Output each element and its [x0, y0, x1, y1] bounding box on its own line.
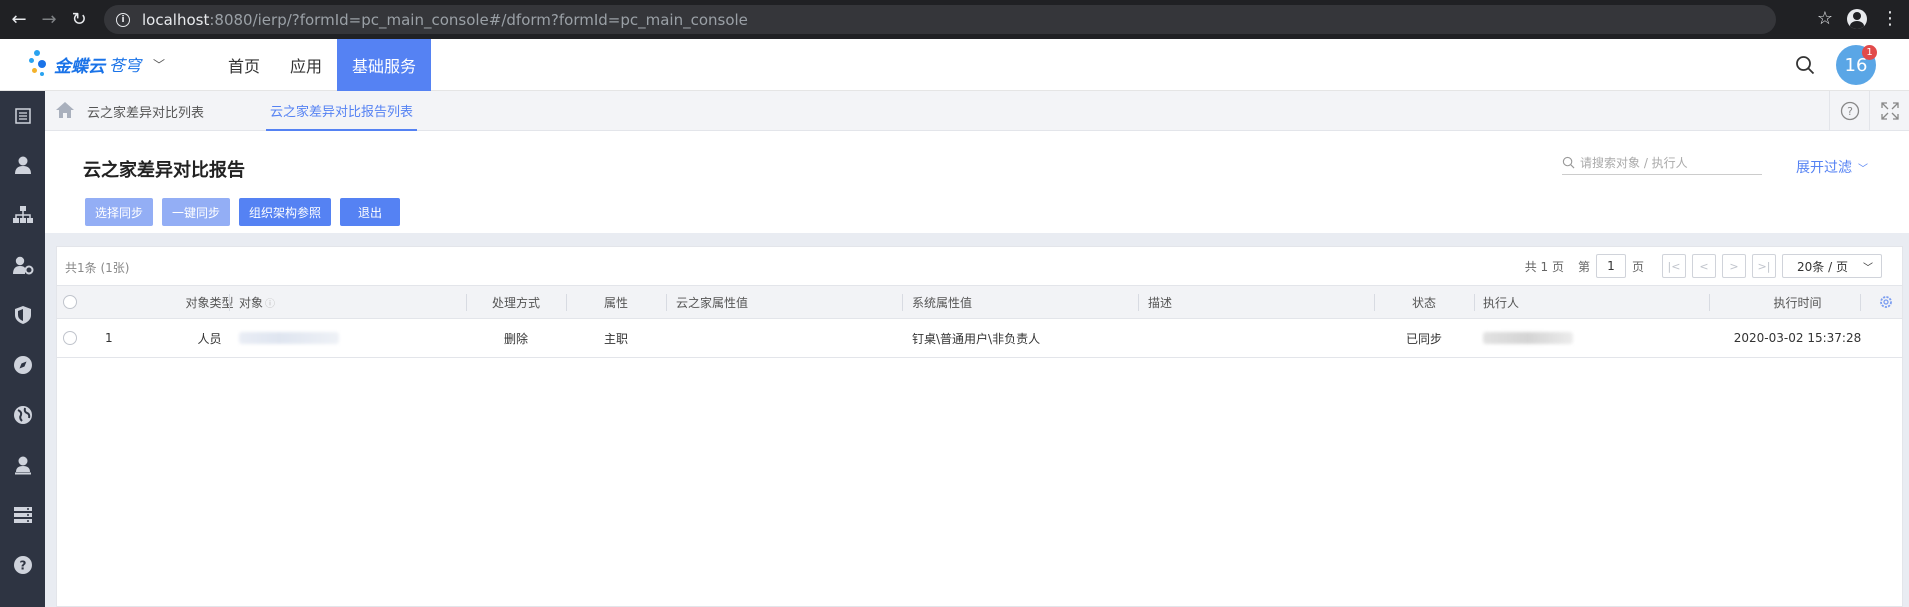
page-size-value: 20条 / 页 [1797, 259, 1848, 274]
nav-home[interactable]: 首页 [213, 39, 275, 91]
select-sync-button[interactable]: 选择同步 [85, 198, 154, 226]
server-icon[interactable] [0, 500, 45, 530]
table-header: 对象类型 对象 ⓘ 处理方式 属性 云之家属性值 系统属性值 描述 状态 执行人… [57, 285, 1902, 319]
compass-icon[interactable] [0, 350, 45, 380]
info-icon[interactable]: ⓘ [265, 295, 275, 310]
logo[interactable]: 金蝶云 苍穹 ﹀ [28, 48, 165, 80]
col-status[interactable]: 状态 [1374, 286, 1474, 318]
page-number-input[interactable]: 1 [1595, 254, 1626, 278]
menu-kebab-icon[interactable]: ⋮ [1881, 8, 1899, 29]
address-bar[interactable]: i localhost:8080/ierp/?formId=pc_main_co… [104, 5, 1776, 34]
chevron-down-icon: ﹀ [1858, 163, 1868, 175]
page-suffix: 页 [1631, 259, 1644, 274]
total-pages: 共 1 页 [1524, 259, 1564, 274]
home-icon[interactable] [55, 101, 75, 119]
org-chart-icon[interactable] [0, 200, 45, 230]
cell-action: 删除 [503, 331, 528, 346]
search-input[interactable]: 请搜索对象 / 执行人 [1562, 151, 1762, 175]
col-yzj-value[interactable]: 云之家属性值 [676, 286, 748, 318]
cell-exec-time: 2020-03-02 15:37:28 [1733, 331, 1862, 345]
chevron-down-icon[interactable]: ﹀ [153, 56, 165, 73]
cell-status: 已同步 [1405, 331, 1442, 346]
info-icon[interactable]: i [116, 12, 130, 27]
toolbar: 选择同步 一键同步 组织架构参照 退出 [85, 198, 401, 226]
col-attribute[interactable]: 属性 [566, 286, 666, 318]
url-text: localhost:8080/ierp/?formId=pc_main_cons… [142, 11, 748, 29]
record-count: 共1条 (1张) [65, 261, 130, 275]
forward-icon[interactable]: → [38, 9, 60, 31]
list-icon[interactable] [0, 101, 45, 131]
prev-page-icon[interactable]: < [1692, 254, 1716, 278]
table-row[interactable]: 1 人员 删除 主职 钉桌\普通用户\非负责人 已同步 2020-03-02 1… [57, 319, 1902, 358]
search-placeholder: 请搜索对象 / 执行人 [1580, 156, 1688, 170]
last-page-icon[interactable]: >| [1752, 254, 1776, 278]
fullscreen-icon[interactable] [1869, 91, 1909, 131]
app-header: 金蝶云 苍穹 ﹀ 首页 应用 基础服务 16 1 [0, 39, 1909, 91]
first-page-icon[interactable]: |< [1662, 254, 1686, 278]
cell-executor-redacted [1483, 319, 1573, 357]
row-select-radio[interactable] [63, 319, 77, 357]
top-nav: 首页 应用 基础服务 [213, 39, 432, 91]
user-settings-icon[interactable] [0, 250, 45, 280]
col-sys-value[interactable]: 系统属性值 [912, 286, 972, 318]
logo-text: 金蝶云 [54, 56, 105, 77]
cell-attribute: 主职 [603, 331, 628, 346]
col-description[interactable]: 描述 [1148, 286, 1172, 318]
sidebar: ? [0, 91, 45, 607]
pager: 共 1 页 第 1 页 |< < > >| 20条 / 页 ﹀ [1525, 254, 1882, 278]
col-action[interactable]: 处理方式 [466, 286, 566, 318]
help-circle-icon[interactable]: ? [1829, 91, 1869, 131]
col-executor[interactable]: 执行人 [1483, 286, 1519, 318]
expand-filter-button[interactable]: 展开过滤 ﹀ [1796, 157, 1868, 177]
svg-text:?: ? [19, 559, 26, 573]
notification-badge: 1 [1862, 45, 1877, 60]
nav-apps[interactable]: 应用 [275, 39, 337, 91]
help-icon[interactable]: ? [0, 550, 45, 580]
url-path: :8080/ierp/?formId=pc_main_console#/dfor… [209, 10, 748, 29]
browser-toolbar: ← → ↻ i localhost:8080/ierp/?formId=pc_m… [0, 0, 1909, 39]
chevron-down-icon: ﹀ [1863, 262, 1873, 274]
row-index: 1 [105, 331, 113, 345]
org-reference-button[interactable]: 组织架构参照 [239, 198, 332, 226]
page-size-select[interactable]: 20条 / 页 ﹀ [1782, 254, 1882, 278]
globe-icon[interactable] [0, 400, 45, 430]
exit-button[interactable]: 退出 [340, 198, 401, 226]
shield-icon[interactable] [0, 300, 45, 330]
col-object-label: 对象 [239, 295, 264, 310]
search-icon[interactable] [1795, 55, 1815, 75]
column-settings-icon[interactable] [1879, 286, 1893, 318]
grid-panel: 共1条 (1张) 共 1 页 第 1 页 |< < > >| 20条 / 页 ﹀… [56, 246, 1903, 607]
reload-icon[interactable]: ↻ [68, 9, 90, 31]
logo-mark-icon [28, 48, 48, 80]
nav-basic-services[interactable]: 基础服务 [337, 39, 432, 91]
tab-diff-report-list[interactable]: 云之家差异对比报告列表 [266, 91, 418, 131]
page-prefix: 第 [1577, 259, 1590, 274]
select-all-radio[interactable] [63, 286, 77, 318]
one-click-sync-button[interactable]: 一键同步 [162, 198, 231, 226]
page-title: 云之家差异对比报告 [83, 160, 245, 181]
user-icon[interactable] [0, 150, 45, 180]
form-header-panel: 云之家差异对比报告 选择同步 一键同步 组织架构参照 退出 请搜索对象 / 执行… [45, 131, 1909, 233]
tabs-bar: 云之家差异对比列表 云之家差异对比报告列表 ? [45, 91, 1909, 131]
svg-text:?: ? [1847, 105, 1853, 118]
search-icon [1562, 156, 1575, 169]
next-page-icon[interactable]: > [1722, 254, 1746, 278]
profile-icon[interactable] [1847, 8, 1867, 29]
cell-sys-value: 钉桌\普通用户\非负责人 [912, 331, 1041, 346]
col-object[interactable]: 对象 ⓘ [239, 286, 275, 318]
bookmark-star-icon[interactable]: ☆ [1817, 8, 1833, 29]
person-stamp-icon[interactable] [0, 450, 45, 480]
expand-filter-label: 展开过滤 [1796, 160, 1852, 176]
tab-diff-list[interactable]: 云之家差异对比列表 [87, 91, 204, 131]
url-host: localhost [142, 10, 210, 29]
logo-subtext: 苍穹 [109, 56, 142, 75]
cell-object-redacted [239, 319, 339, 357]
back-icon[interactable]: ← [8, 9, 30, 31]
